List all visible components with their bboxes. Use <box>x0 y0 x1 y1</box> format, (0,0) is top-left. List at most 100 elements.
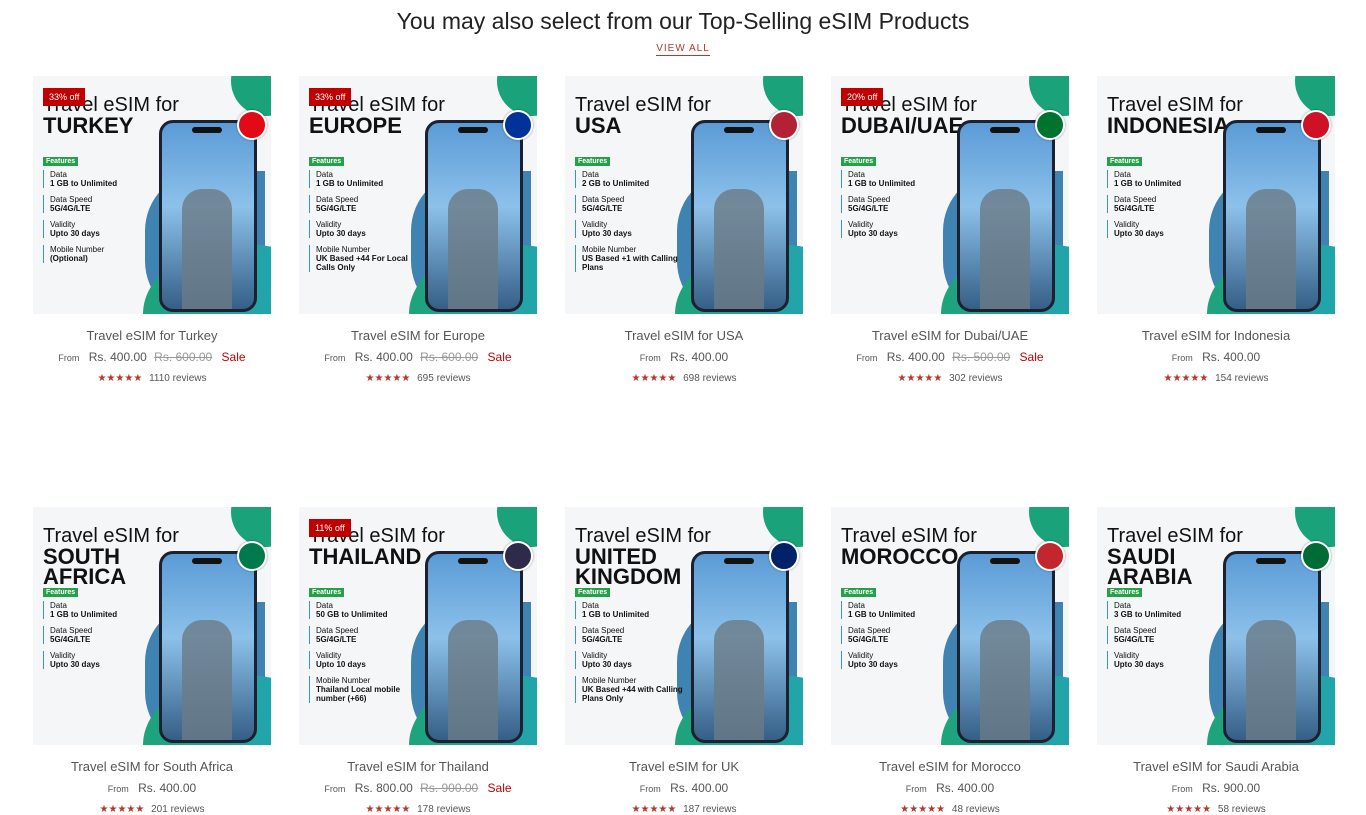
product-card[interactable]: 20% off Travel eSIM for DUBAI/UAE Featur… <box>831 76 1069 384</box>
features-badge: Features <box>1107 157 1143 166</box>
feature-label: Validity <box>316 651 342 660</box>
product-image[interactable]: Travel eSIM for UNITED KINGDOM Features … <box>565 507 803 745</box>
view-all-link[interactable]: VIEW ALL <box>656 43 710 56</box>
phone-mockup <box>159 551 257 743</box>
product-card[interactable]: Travel eSIM for SOUTH AFRICA Features Da… <box>33 507 271 815</box>
product-image[interactable]: Travel eSIM for INDONESIA Features Data … <box>1097 76 1335 314</box>
phone-notch <box>1256 558 1286 564</box>
feature-row: Validity Upto 30 days <box>309 220 419 238</box>
product-card[interactable]: 33% off Travel eSIM for EUROPE Features … <box>299 76 537 384</box>
product-card[interactable]: 11% off Travel eSIM for THAILAND Feature… <box>299 507 537 815</box>
rating-row[interactable]: ★★★★★ 154 reviews <box>1097 373 1335 384</box>
product-image[interactable]: 20% off Travel eSIM for DUBAI/UAE Featur… <box>831 76 1069 314</box>
product-card[interactable]: Travel eSIM for INDONESIA Features Data … <box>1097 76 1335 384</box>
review-count: 302 reviews <box>949 373 1003 384</box>
review-count: 201 reviews <box>151 804 205 815</box>
product-title[interactable]: Travel eSIM for Turkey <box>33 328 271 343</box>
feature-label: Data Speed <box>50 626 93 635</box>
price-from-label: From <box>324 353 346 363</box>
product-image[interactable]: 33% off Travel eSIM for EUROPE Features … <box>299 76 537 314</box>
review-count: 58 reviews <box>1217 804 1266 815</box>
feature-value: US Based +1 with Calling Plans <box>582 254 678 272</box>
feature-row: Data Speed 5G/4G/LTE <box>1107 195 1217 213</box>
features-badge: Features <box>841 588 877 597</box>
compare-price: Rs. 500.00 <box>952 350 1011 364</box>
discount-badge: 11% off <box>309 519 351 537</box>
product-title[interactable]: Travel eSIM for South Africa <box>33 759 271 774</box>
price-value: Rs. 800.00 <box>354 781 413 795</box>
phone-notch <box>192 558 222 564</box>
product-image[interactable]: 11% off Travel eSIM for THAILAND Feature… <box>299 507 537 745</box>
phone-notch <box>192 127 222 133</box>
landmark-image <box>714 189 764 309</box>
product-title[interactable]: Travel eSIM for Europe <box>299 328 537 343</box>
feature-label: Data <box>50 170 67 179</box>
sale-label: Sale <box>487 781 512 795</box>
rating-row[interactable]: ★★★★★ 201 reviews <box>33 804 271 815</box>
landmark-image <box>980 189 1030 309</box>
uae-flag-icon <box>1035 110 1065 140</box>
rating-row[interactable]: ★★★★★ 48 reviews <box>831 804 1069 815</box>
product-card[interactable]: Travel eSIM for MOROCCO Features Data 1 … <box>831 507 1069 815</box>
feature-row: Data Speed 5G/4G/LTE <box>309 195 419 213</box>
price-from-label: From <box>107 784 129 794</box>
feature-label: Validity <box>316 220 342 229</box>
feature-label: Data <box>582 170 599 179</box>
product-title[interactable]: Travel eSIM for Dubai/UAE <box>831 328 1069 343</box>
star-rating-icon: ★★★★★ <box>897 373 943 384</box>
discount-badge: 20% off <box>841 88 884 106</box>
features-list: Features Data 1 GB to Unlimited Data Spe… <box>575 587 685 710</box>
image-destination: USA <box>575 113 622 138</box>
product-title[interactable]: Travel eSIM for Thailand <box>299 759 537 774</box>
features-badge: Features <box>841 157 877 166</box>
feature-row: Validity Upto 30 days <box>1107 220 1217 238</box>
product-image[interactable]: Travel eSIM for MOROCCO Features Data 1 … <box>831 507 1069 745</box>
feature-row: Mobile Number UK Based +44 with Calling … <box>575 676 685 703</box>
rating-row[interactable]: ★★★★★ 187 reviews <box>565 804 803 815</box>
product-title[interactable]: Travel eSIM for Morocco <box>831 759 1069 774</box>
image-destination: MOROCCO <box>841 544 959 569</box>
image-destination: TURKEY <box>43 113 134 138</box>
product-card[interactable]: Travel eSIM for SAUDI ARABIA Features Da… <box>1097 507 1335 815</box>
feature-label: Data Speed <box>50 195 93 204</box>
product-image[interactable]: Travel eSIM for USA Features Data 2 GB t… <box>565 76 803 314</box>
price-row: From Rs. 400.00 <box>33 781 271 795</box>
rating-row[interactable]: ★★★★★ 178 reviews <box>299 804 537 815</box>
review-count: 695 reviews <box>417 373 471 384</box>
rating-row[interactable]: ★★★★★ 695 reviews <box>299 373 537 384</box>
feature-row: Mobile Number UK Based +44 For Local Cal… <box>309 245 419 272</box>
feature-value: 2 GB to Unlimited <box>582 179 650 188</box>
rating-row[interactable]: ★★★★★ 1110 reviews <box>33 373 271 384</box>
feature-label: Validity <box>848 220 874 229</box>
feature-row: Data 1 GB to Unlimited <box>1107 170 1217 188</box>
view-all-wrapper: VIEW ALL <box>0 43 1366 56</box>
product-grid: 33% off Travel eSIM for TURKEY Features … <box>33 76 1335 815</box>
product-image[interactable]: Travel eSIM for SAUDI ARABIA Features Da… <box>1097 507 1335 745</box>
product-card[interactable]: Travel eSIM for UNITED KINGDOM Features … <box>565 507 803 815</box>
rating-row[interactable]: ★★★★★ 58 reviews <box>1097 804 1335 815</box>
feature-row: Mobile Number Thailand Local mobile numb… <box>309 676 419 703</box>
product-card[interactable]: 33% off Travel eSIM for TURKEY Features … <box>33 76 271 384</box>
price-value: Rs. 400.00 <box>88 350 147 364</box>
phone-mockup <box>159 120 257 312</box>
product-image[interactable]: 33% off Travel eSIM for TURKEY Features … <box>33 76 271 314</box>
product-title[interactable]: Travel eSIM for USA <box>565 328 803 343</box>
product-title[interactable]: Travel eSIM for UK <box>565 759 803 774</box>
feature-row: Data 2 GB to Unlimited <box>575 170 685 188</box>
phone-notch <box>724 558 754 564</box>
image-destination: DUBAI/UAE <box>841 113 964 138</box>
rating-row[interactable]: ★★★★★ 302 reviews <box>831 373 1069 384</box>
feature-label: Mobile Number <box>582 676 637 685</box>
product-title[interactable]: Travel eSIM for Indonesia <box>1097 328 1335 343</box>
saudi-flag-icon <box>1301 541 1331 571</box>
product-title[interactable]: Travel eSIM for Saudi Arabia <box>1097 759 1335 774</box>
turkey-flag-icon <box>237 110 267 140</box>
feature-label: Data Speed <box>1114 195 1157 204</box>
feature-label: Data <box>848 601 865 610</box>
rating-row[interactable]: ★★★★★ 698 reviews <box>565 373 803 384</box>
feature-value: Upto 30 days <box>50 229 100 238</box>
feature-label: Data Speed <box>582 626 625 635</box>
feature-value: 1 GB to Unlimited <box>582 610 650 619</box>
product-image[interactable]: Travel eSIM for SOUTH AFRICA Features Da… <box>33 507 271 745</box>
product-card[interactable]: Travel eSIM for USA Features Data 2 GB t… <box>565 76 803 384</box>
